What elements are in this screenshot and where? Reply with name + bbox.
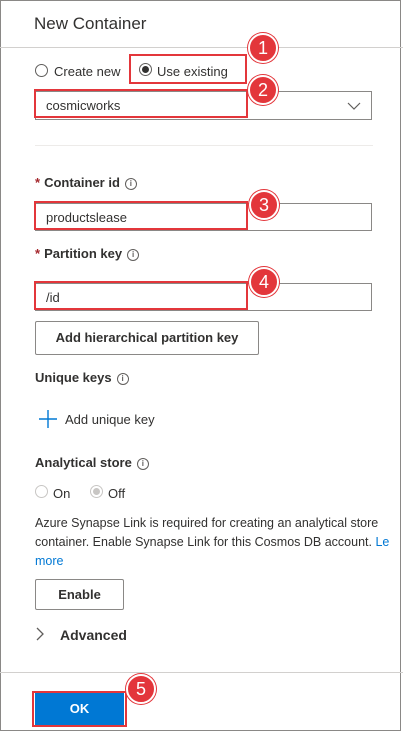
chevron-down-icon <box>347 102 361 110</box>
partition-key-label: * Partition key i <box>35 246 140 261</box>
info-icon: i <box>136 458 149 470</box>
title-divider <box>0 47 403 48</box>
analytical-store-label: Analytical store i <box>35 455 149 470</box>
panel-title: New Container <box>34 14 147 33</box>
callout-box-4 <box>34 281 248 310</box>
advanced-label: Advanced <box>60 627 127 643</box>
advanced-toggle[interactable]: Advanced <box>36 627 127 643</box>
add-unique-key-label: Add unique key <box>65 412 155 427</box>
callout-badge-5: 5 <box>126 674 156 704</box>
callout-badge-4: 4 <box>249 267 279 297</box>
plus-icon <box>39 410 57 428</box>
create-new-label: Create new <box>54 64 121 79</box>
unique-keys-label: Unique keys i <box>35 370 129 385</box>
analytical-off-label: Off <box>108 486 126 501</box>
info-icon: i <box>127 249 140 261</box>
callout-box-2 <box>34 89 248 118</box>
learn-more-link-line2[interactable]: more <box>35 554 63 568</box>
synapse-note-line2: container. Enable Synapse Link for this … <box>35 535 390 549</box>
add-hierarchical-partition-key-button[interactable]: Add hierarchical partition key <box>35 321 259 355</box>
callout-badge-2: 2 <box>248 75 278 105</box>
chevron-right-icon <box>36 627 44 641</box>
learn-more-link[interactable]: Le <box>375 535 389 549</box>
callout-badge-1: 1 <box>248 33 278 63</box>
info-icon: i <box>124 178 137 190</box>
callout-box-5 <box>32 691 127 727</box>
create-new-radio[interactable] <box>35 64 48 77</box>
info-icon: i <box>116 373 129 385</box>
section-divider <box>35 145 373 146</box>
callout-badge-3: 3 <box>249 190 279 220</box>
container-id-label: * Container id i <box>35 175 137 190</box>
synapse-note-line1: Azure Synapse Link is required for creat… <box>35 516 379 530</box>
enable-button[interactable]: Enable <box>35 579 124 610</box>
analytical-on-radio[interactable] <box>35 485 48 498</box>
analytical-off-radio[interactable] <box>90 485 103 498</box>
analytical-on-label: On <box>53 486 71 501</box>
footer-divider <box>0 672 403 673</box>
callout-box-1 <box>129 54 247 84</box>
add-unique-key-button[interactable]: Add unique key <box>39 410 155 428</box>
callout-box-3 <box>34 201 248 230</box>
